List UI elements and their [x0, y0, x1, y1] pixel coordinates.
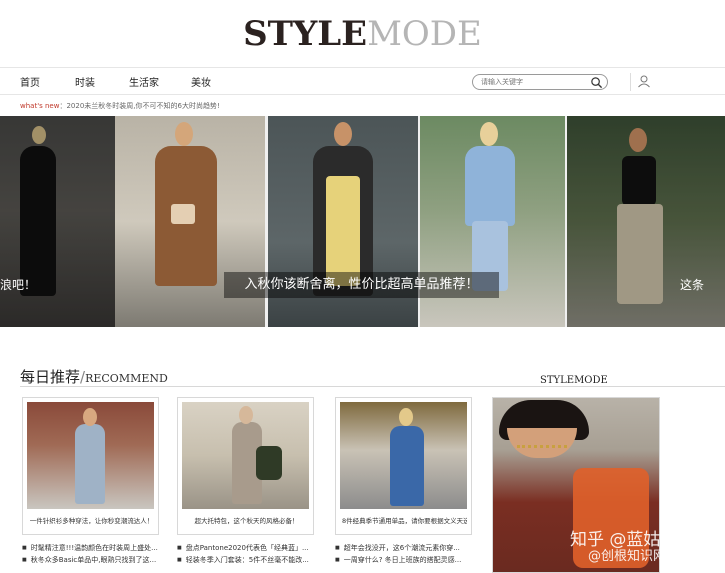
card-image — [27, 402, 154, 509]
ticker-label: what's new — [20, 102, 60, 110]
list-item[interactable]: 盘点Pantone2020代表色「经典蓝」... — [177, 543, 309, 553]
list-item[interactable]: 超年会找没开，这6个潮流元素你穿... — [335, 543, 460, 553]
nav-item-home[interactable]: 首页 — [20, 74, 40, 89]
carousel-slide-1[interactable] — [0, 116, 115, 327]
ticker-text: ：2020未兰秋冬时装周,你不可不知的6大时尚趋势! — [59, 102, 220, 110]
search-icon[interactable] — [590, 76, 603, 89]
logo-mode-text: MODE — [367, 14, 482, 54]
card-image — [182, 402, 309, 509]
search-input[interactable] — [481, 76, 581, 88]
recommend-title-en: RECOMMEND — [85, 372, 168, 385]
nav-item-fashion[interactable]: 时装 — [75, 74, 95, 89]
user-icon[interactable] — [637, 74, 651, 88]
carousel-slide-5[interactable] — [567, 116, 725, 327]
card-caption: 8件经典季节通用单品，请你要根据文义天选工作... — [342, 517, 467, 525]
card-caption: 一件针织衫多种穿法，让你秒变潮流达人！ — [29, 517, 154, 525]
watermark-line2: @创根知识网 — [588, 549, 667, 564]
article-card-1[interactable]: 一件针织衫多种穿法，让你秒变潮流达人！ — [22, 397, 159, 535]
article-card-3[interactable]: 8件经典季节通用单品，请你要根据文义天选工作... — [335, 397, 472, 535]
section-divider — [20, 386, 725, 387]
card-caption: 超大托特包，这个秋天的风格必备！ — [194, 517, 299, 525]
search-box — [472, 74, 608, 90]
carousel-side-text-left: 浪吧！ — [0, 278, 37, 292]
news-ticker[interactable]: what's new：2020未兰秋冬时装周,你不可不知的6大时尚趋势! — [20, 101, 220, 111]
list-item[interactable]: 一周穿什么? 冬日上班族的搭配灵感... — [335, 555, 462, 565]
nav-divider — [630, 73, 631, 91]
sidebar-brand: STYLEMODE — [540, 375, 608, 386]
list-item[interactable]: 秋冬众多Basic单品中,眼熟只找到了这... — [22, 555, 156, 565]
nav-item-beauty[interactable]: 美妆 — [191, 74, 211, 89]
article-card-2[interactable]: 超大托特包，这个秋天的风格必备！ — [177, 397, 314, 535]
card-image — [340, 402, 467, 509]
list-item[interactable]: 轻装冬季入门套装：5件不丝毫不能改... — [177, 555, 309, 565]
recommend-heading: 每日推荐/RECOMMEND — [20, 368, 168, 386]
hero-carousel[interactable]: 浪吧！ 这条 入秋你该断舍离，性价比超高单品推荐！ — [0, 116, 725, 327]
nav-item-lifestyle[interactable]: 生活家 — [129, 74, 159, 89]
recommend-title-cn: 每日推荐 — [20, 368, 81, 386]
carousel-side-text-right: 这条 — [680, 278, 705, 292]
main-nav: 首页 时装 生活家 美妆 — [0, 67, 725, 95]
logo-style-text: STYLE — [243, 14, 368, 54]
carousel-caption[interactable]: 入秋你该断舍离，性价比超高单品推荐！ — [224, 272, 499, 298]
site-logo[interactable]: STYLEMODE — [0, 14, 725, 54]
list-item[interactable]: 时髦精注意!!!温韵颜色在时装周上盛处... — [22, 543, 158, 553]
